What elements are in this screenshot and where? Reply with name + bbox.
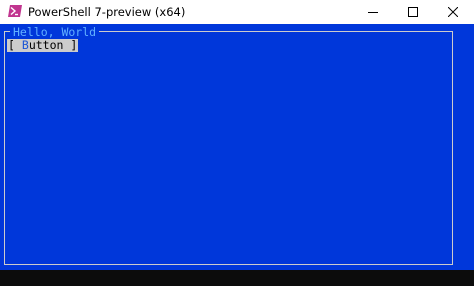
bottom-strip: [0, 270, 474, 286]
powershell-icon: [8, 5, 22, 17]
button-label: utton: [28, 38, 64, 52]
console-area[interactable]: Hello, World [ Button ]: [0, 24, 474, 270]
button-close-bracket: ]: [70, 38, 78, 52]
button-hotkey: B: [21, 38, 29, 52]
close-icon: [448, 7, 458, 17]
close-button[interactable]: [430, 0, 474, 24]
window-frame: [4, 31, 453, 265]
window-title: PowerShell 7-preview (x64): [28, 5, 186, 19]
terminal-window: PowerShell 7-preview (x64) Hello, World …: [0, 0, 474, 286]
title-bar[interactable]: PowerShell 7-preview (x64): [0, 0, 474, 24]
maximize-icon: [408, 7, 418, 17]
button-open-bracket: [: [8, 38, 15, 52]
frame-title: Hello, World: [10, 25, 100, 39]
minimize-icon: [368, 12, 378, 13]
tui-button[interactable]: [ Button ]: [7, 38, 79, 52]
